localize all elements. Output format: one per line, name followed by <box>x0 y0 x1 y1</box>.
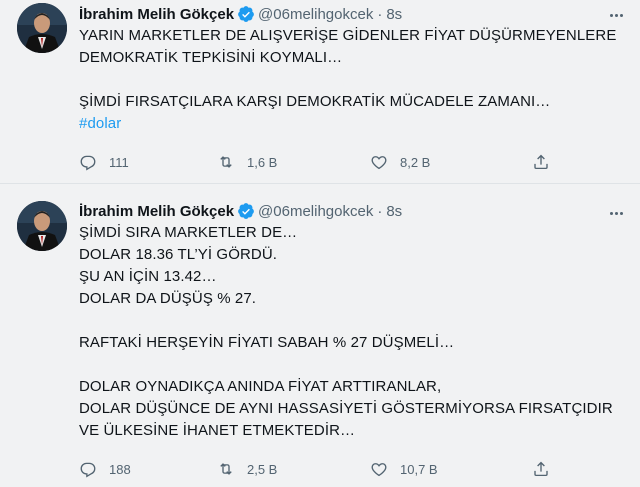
like-button[interactable]: 8,2 B <box>370 151 532 173</box>
share-icon <box>534 154 548 170</box>
reply-count: 111 <box>109 154 129 170</box>
tweet-line: DEMOKRATİK TEPKİSİNİ KOYMALI… <box>79 49 343 66</box>
retweet-count: 1,6 B <box>247 154 278 170</box>
retweet-icon <box>220 463 232 475</box>
tweet-line: DOLAR DA DÜŞÜŞ % 27. <box>79 290 257 307</box>
retweet-count: 2,5 B <box>247 461 278 477</box>
tweet-line: DOLAR OYNADIKÇA ANINDA FİYAT ARTTIRANLAR… <box>79 378 442 395</box>
tweet-line: YARIN MARKETLER DE ALIŞVERİŞE GİDENLER F… <box>79 27 617 44</box>
separator-dot: · <box>377 202 383 220</box>
reply-icon <box>80 155 96 171</box>
reply-button[interactable]: 111 <box>79 151 217 173</box>
tweet-line: DOLAR DÜŞÜNCE DE AYNI HASSASİYETİ GÖSTER… <box>79 400 613 417</box>
tweet-header: İbrahim Melih Gökçek @06melihgokcek · 8s <box>79 3 402 25</box>
separator-dot: · <box>377 5 383 23</box>
like-count: 8,2 B <box>400 154 431 170</box>
tweet-time[interactable]: 8s <box>386 203 402 220</box>
retweet-icon <box>220 156 232 168</box>
reply-button[interactable]: 188 <box>79 458 217 480</box>
tweet-line: RAFTAKİ HERŞEYİN FİYATI SABAH % 27 DÜŞME… <box>79 334 455 351</box>
tweet-header: İbrahim Melih Gökçek @06melihgokcek · 8s <box>79 200 402 222</box>
verified-badge-icon <box>237 5 255 23</box>
author-handle[interactable]: @06melihgokcek <box>258 6 373 23</box>
author-name[interactable]: İbrahim Melih Gökçek <box>79 6 234 23</box>
reply-icon <box>80 462 96 478</box>
tweet-line: VE ÜLKESİNE İHANET ETMEKTEDİR… <box>79 422 356 439</box>
avatar[interactable] <box>17 3 67 53</box>
avatar[interactable] <box>17 201 67 251</box>
tweet-text: ŞİMDİ SIRA MARKETLER DE… DOLAR 18.36 TL’… <box>79 222 629 442</box>
reply-count: 188 <box>109 461 131 477</box>
tweet-actions: 188 2,5 B 10,7 B <box>79 458 559 480</box>
like-count: 10,7 B <box>400 461 438 477</box>
more-options-icon[interactable] <box>606 206 626 220</box>
tweet-line: ŞU AN İÇİN 13.42… <box>79 268 217 285</box>
tweet-line: DOLAR 18.36 TL’Yİ GÖRDÜ. <box>79 246 278 263</box>
hashtag-link[interactable]: #dolar <box>79 113 629 135</box>
share-icon <box>534 461 548 477</box>
author-name[interactable]: İbrahim Melih Gökçek <box>79 203 234 220</box>
author-handle[interactable]: @06melihgokcek <box>258 203 373 220</box>
tweet-line: ŞİMDİ SIRA MARKETLER DE… <box>79 224 298 241</box>
tweet[interactable]: İbrahim Melih Gökçek @06melihgokcek · 8s… <box>0 0 640 184</box>
tweet-time[interactable]: 8s <box>386 6 402 23</box>
retweet-button[interactable]: 2,5 B <box>217 458 370 480</box>
share-button[interactable] <box>532 458 550 480</box>
retweet-button[interactable]: 1,6 B <box>217 151 370 173</box>
more-options-icon[interactable] <box>606 8 626 22</box>
heart-icon <box>371 156 387 170</box>
tweet-text: YARIN MARKETLER DE ALIŞVERİŞE GİDENLER F… <box>79 25 629 135</box>
share-button[interactable] <box>532 151 550 173</box>
tweet-actions: 111 1,6 B 8,2 B <box>79 151 559 173</box>
tweet[interactable]: İbrahim Melih Gökçek @06melihgokcek · 8s… <box>0 186 640 487</box>
like-button[interactable]: 10,7 B <box>370 458 532 480</box>
verified-badge-icon <box>237 202 255 220</box>
heart-icon <box>371 463 387 477</box>
tweet-line: ŞİMDİ FIRSATÇILARA KARŞI DEMOKRATİK MÜCA… <box>79 93 551 110</box>
